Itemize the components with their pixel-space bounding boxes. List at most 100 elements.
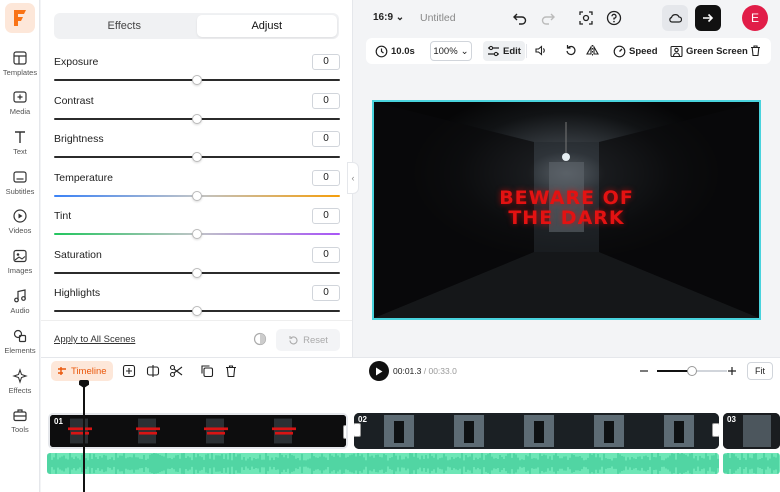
flip-icon[interactable] xyxy=(586,44,599,57)
adjust-value-input[interactable]: 0 xyxy=(312,131,340,147)
audio-track-segment[interactable] xyxy=(723,453,780,474)
adjust-value-input[interactable]: 0 xyxy=(312,93,340,109)
zoom-out-icon[interactable] xyxy=(637,364,651,378)
speed-label: Speed xyxy=(629,45,658,57)
time-readout: 00:01.3 / 00:33.0 xyxy=(393,366,457,376)
rail-item-videos[interactable]: Videos xyxy=(0,207,40,243)
headline-line-2: THE DARK xyxy=(508,207,625,229)
undo-icon[interactable] xyxy=(512,10,528,26)
images-icon xyxy=(13,249,27,263)
audio-track[interactable] xyxy=(47,453,719,474)
fit-button[interactable]: Fit xyxy=(747,362,773,380)
videos-icon xyxy=(13,209,27,223)
zoom-slider-knob[interactable] xyxy=(687,366,697,376)
add-scene-icon[interactable] xyxy=(122,364,136,378)
clip-trim-handle[interactable] xyxy=(354,423,361,437)
rail-item-templates[interactable]: Templates xyxy=(0,49,40,85)
adjust-value-input[interactable]: 0 xyxy=(312,208,340,224)
adjust-slider-knob[interactable] xyxy=(192,75,202,85)
aspect-ratio-dropdown[interactable]: 16:9 ⌄ xyxy=(373,12,404,23)
adjust-value-input[interactable]: 0 xyxy=(312,285,340,301)
screen-capture-icon[interactable] xyxy=(578,10,594,26)
split-icon[interactable] xyxy=(146,364,160,378)
zoom-dropdown[interactable]: 100% ⌄ xyxy=(430,41,472,61)
divider xyxy=(526,44,527,58)
rail-item-label: Effects xyxy=(8,386,32,395)
reset-button[interactable]: Reset xyxy=(276,329,340,351)
scene-clip-2[interactable]: 02 xyxy=(354,413,719,449)
zoom-value: 100% xyxy=(433,45,458,57)
scissors-icon[interactable] xyxy=(169,364,183,378)
delete-icon[interactable] xyxy=(224,364,238,378)
scene-clip-1[interactable]: 01 xyxy=(48,413,348,449)
compare-icon[interactable] xyxy=(253,332,267,346)
cloud-save-button[interactable] xyxy=(662,5,688,31)
adjust-exposure: Exposure 0 xyxy=(54,54,340,91)
user-avatar[interactable]: E xyxy=(742,5,768,31)
volume-icon[interactable] xyxy=(534,44,547,57)
tab-adjust[interactable]: Adjust xyxy=(196,15,337,37)
rail-item-label: Audio xyxy=(10,306,30,315)
rail-item-label: Subtitles xyxy=(5,187,35,196)
adjust-slider-knob[interactable] xyxy=(192,229,202,239)
rail-item-subtitles[interactable]: Subtitles xyxy=(0,168,40,204)
green-screen-button[interactable]: Green Screen xyxy=(670,41,748,61)
rail-item-effects[interactable]: Effects xyxy=(0,367,40,403)
scene-clip-3[interactable]: 03 xyxy=(723,413,780,449)
timeline-toggle-button[interactable]: Timeline xyxy=(51,361,113,381)
headline-text[interactable]: BEWARE OF THE DARK xyxy=(374,188,759,228)
adjust-value-input[interactable]: 0 xyxy=(312,247,340,263)
reset-label: Reset xyxy=(303,334,328,346)
rail-item-images[interactable]: Images xyxy=(0,247,40,283)
rail-item-tools[interactable]: Tools xyxy=(0,406,40,442)
tab-effects[interactable]: Effects xyxy=(54,13,195,39)
edit-button[interactable]: Edit xyxy=(483,41,525,61)
playhead[interactable] xyxy=(83,380,85,492)
rail-item-label: Images xyxy=(7,266,33,275)
adjust-slider-knob[interactable] xyxy=(192,114,202,124)
rail-item-media[interactable]: Media xyxy=(0,88,40,124)
project-title[interactable]: Untitled xyxy=(420,12,456,24)
adjust-slider-knob[interactable] xyxy=(192,268,202,278)
green-screen-label: Green Screen xyxy=(686,45,748,57)
video-canvas[interactable]: BEWARE OF THE DARK xyxy=(372,100,761,320)
redo-icon[interactable] xyxy=(540,10,556,26)
speed-button[interactable]: Speed xyxy=(613,41,658,61)
app-logo[interactable] xyxy=(5,3,35,33)
rail-item-label: Videos xyxy=(8,226,32,235)
sliders-icon xyxy=(488,45,499,57)
clip-thumbnails-1 xyxy=(50,415,346,447)
adjust-value-input[interactable]: 0 xyxy=(312,54,340,70)
export-button[interactable] xyxy=(695,5,721,31)
clip-trim-handle[interactable] xyxy=(712,423,719,437)
adjust-value-input[interactable]: 0 xyxy=(312,170,340,186)
apply-to-all-link[interactable]: Apply to All Scenes xyxy=(54,334,135,345)
rail-item-label: Templates xyxy=(2,68,38,77)
brand-logo-icon xyxy=(14,10,26,26)
timeline-icon xyxy=(58,367,66,375)
rail-item-elements[interactable]: Elements xyxy=(0,327,40,363)
edit-label: Edit xyxy=(503,45,521,57)
zoom-in-icon[interactable] xyxy=(725,364,739,378)
help-icon[interactable] xyxy=(606,10,622,26)
adjust-slider-knob[interactable] xyxy=(192,152,202,162)
clip-number: 01 xyxy=(54,417,63,426)
clip-thumbnails-2 xyxy=(354,413,719,449)
adjust-tint: Tint 0 xyxy=(54,208,340,245)
rail-item-audio[interactable]: Audio xyxy=(0,287,40,323)
templates-icon xyxy=(13,51,27,65)
clip-trim-handle[interactable] xyxy=(343,425,346,439)
trash-icon[interactable] xyxy=(749,44,762,57)
adjust-label: Saturation xyxy=(54,249,102,261)
arrow-right-icon xyxy=(703,13,714,23)
collapse-panel-handle[interactable]: ‹ xyxy=(347,162,359,194)
duplicate-icon[interactable] xyxy=(200,364,214,378)
adjust-slider-knob[interactable] xyxy=(192,306,202,316)
duration-button[interactable]: 10.0s xyxy=(375,41,415,61)
rotate-icon[interactable] xyxy=(564,44,577,57)
rail-item-text[interactable]: Text xyxy=(0,128,40,164)
timeline-zoom-slider[interactable] xyxy=(657,366,727,376)
play-button[interactable] xyxy=(369,361,389,381)
adjust-slider-knob[interactable] xyxy=(192,191,202,201)
reset-icon xyxy=(289,335,298,344)
